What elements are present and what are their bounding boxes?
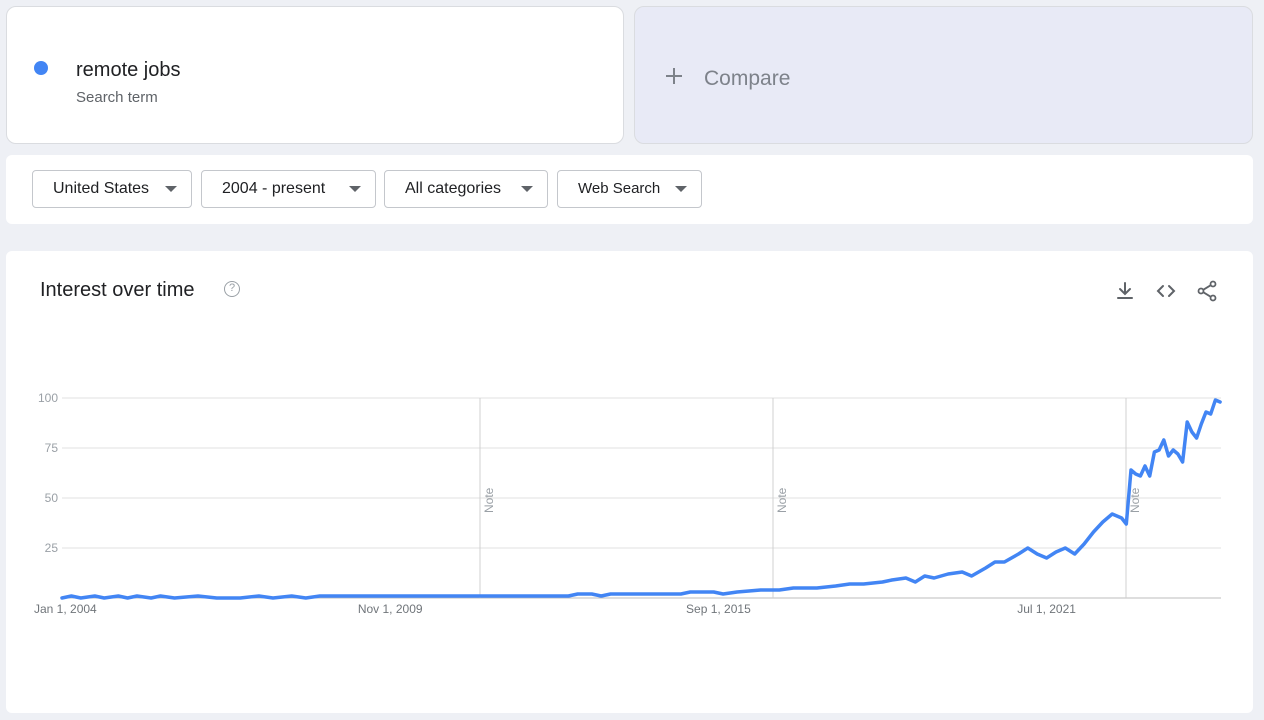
x-tick-label: Nov 1, 2009 (358, 602, 423, 616)
note-label: Note (775, 487, 789, 513)
region-dropdown-label: United States (53, 180, 150, 197)
search-term-subtitle: Search term (76, 89, 158, 106)
interest-over-time-card: Interest over time ? 100 75 50 25 Jan 1, 200… (6, 251, 1253, 713)
region-dropdown[interactable]: United States (32, 170, 192, 208)
property-dropdown-label: Web Search (578, 180, 661, 197)
caret-down-icon (349, 186, 361, 192)
search-term-card[interactable]: remote jobs Search term (6, 6, 624, 144)
caret-down-icon (165, 186, 177, 192)
y-tick-label: 50 (45, 491, 59, 505)
interest-line-chart: 100 75 50 25 Jan 1, 2004 Nov 1, 2009 Sep 1, 20… (34, 391, 1222, 616)
note-label: Note (482, 487, 496, 513)
search-term-name[interactable]: remote jobs (76, 59, 181, 82)
time-range-dropdown-label: 2004 - present (222, 180, 326, 197)
y-tick-label: 75 (45, 441, 59, 455)
x-tick-label: Sep 1, 2015 (686, 602, 751, 616)
time-range-dropdown[interactable]: 2004 - present (201, 170, 376, 208)
caret-down-icon (675, 186, 687, 192)
filter-bar: United States 2004 - present All categor… (6, 155, 1253, 224)
category-dropdown-label: All categories (405, 180, 502, 197)
plus-icon (665, 63, 683, 89)
property-dropdown[interactable]: Web Search (557, 170, 702, 208)
x-tick-label: Jan 1, 2004 (34, 602, 97, 616)
compare-button[interactable]: Compare (634, 6, 1253, 144)
series-color-dot (34, 61, 48, 75)
x-tick-label: Jul 1, 2021 (1017, 602, 1076, 616)
y-tick-label: 25 (45, 541, 59, 555)
compare-label: Compare (704, 67, 791, 90)
caret-down-icon (521, 186, 533, 192)
category-dropdown[interactable]: All categories (384, 170, 548, 208)
series-line (60, 398, 1222, 600)
y-tick-label: 100 (38, 391, 58, 405)
